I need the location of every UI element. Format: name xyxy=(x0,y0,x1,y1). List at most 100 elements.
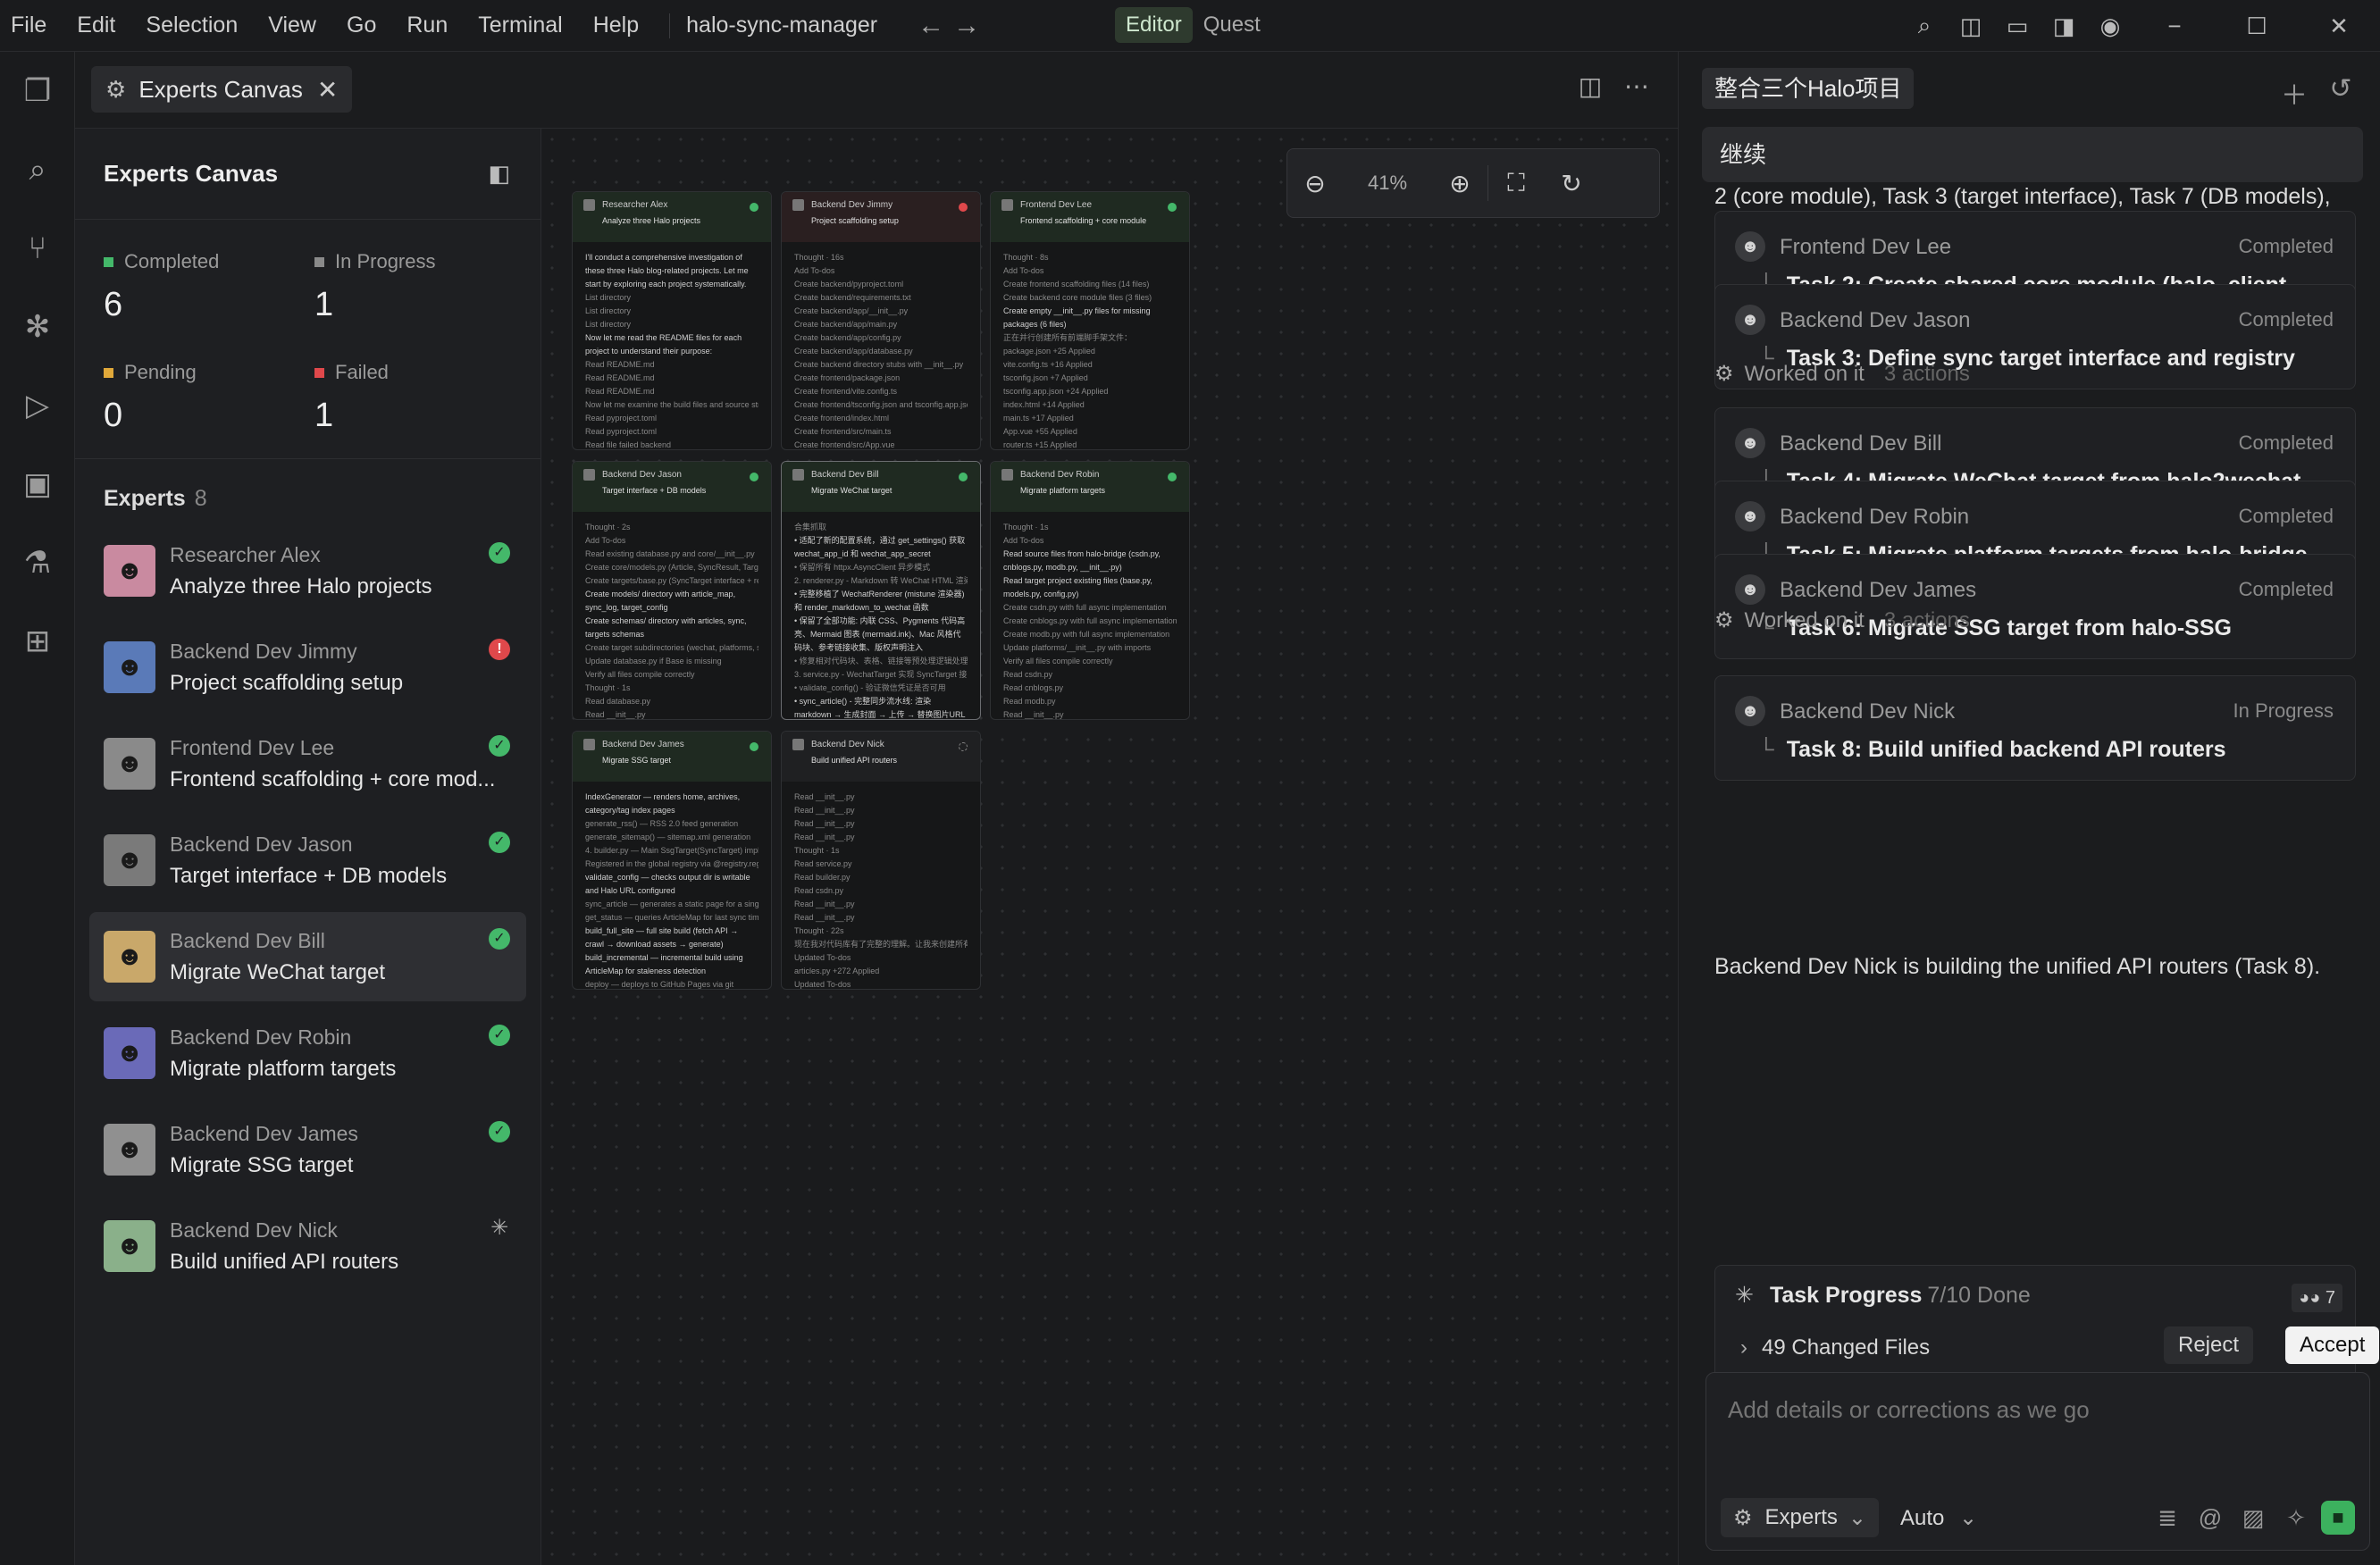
fit-view-icon[interactable]: ⛶ xyxy=(1488,169,1544,198)
expert-item[interactable]: ☻ Backend Dev Nick Build unified API route… xyxy=(89,1201,526,1291)
card-line: Create backend core module files (3 file… xyxy=(1003,293,1152,302)
experts-canvas[interactable]: ⊖ 41% ⊕ ⛶ ↻ Researcher Alex Analyze three… xyxy=(541,129,1678,1565)
menu-view[interactable]: View xyxy=(268,13,316,38)
worked-actions: 3 actions xyxy=(1883,361,1970,386)
explorer-icon[interactable]: ❐ xyxy=(0,52,75,130)
run-debug-icon[interactable]: ▷ xyxy=(0,366,75,445)
minimize-icon[interactable]: − xyxy=(2133,13,2216,40)
experts-icon[interactable]: ✻ xyxy=(0,288,75,366)
toggle-panel-icon[interactable]: ▭ xyxy=(1994,13,2041,40)
menu-help[interactable]: Help xyxy=(593,13,639,38)
expert-item[interactable]: ☻ Backend Dev James Migrate SSG target ✓ xyxy=(89,1105,526,1194)
expert-card[interactable]: Backend Dev Jimmy Project scaffolding set… xyxy=(781,191,981,450)
card-body[interactable]: Thought · 2s Add To-dos Read existing data… xyxy=(573,512,771,719)
expert-card[interactable]: Researcher Alex Analyze three Halo projec… xyxy=(572,191,772,450)
avatar: ☻ xyxy=(1735,305,1765,335)
avatar xyxy=(1001,199,1013,211)
history-icon[interactable]: ↺ xyxy=(2317,73,2364,113)
expert-card[interactable]: Backend Dev Nick Build unified API router… xyxy=(781,731,981,990)
search-icon[interactable]: ⌕ xyxy=(1901,12,1948,40)
progress-label: Task Progress xyxy=(1769,1282,1923,1308)
expert-card[interactable]: Backend Dev James Migrate SSG target Index… xyxy=(572,731,772,990)
task-status: Completed xyxy=(2238,308,2334,331)
editor-tab-bar: ⚙ Experts Canvas ✕ ◫ ⋯ xyxy=(75,52,1678,129)
expert-item[interactable]: ☻ Backend Dev Jason Target interface + DB … xyxy=(89,816,526,905)
close-tab-icon[interactable]: ✕ xyxy=(317,75,338,105)
sparkle-icon[interactable]: ✧ xyxy=(2275,1504,2317,1532)
toggle-sidebar-icon[interactable]: ◫ xyxy=(1948,13,1994,40)
remote-icon[interactable]: ▣ xyxy=(0,445,75,523)
worked-label: Worked on it xyxy=(1744,361,1865,386)
mode-editor[interactable]: Editor xyxy=(1115,7,1193,43)
expert-item[interactable]: ☻ Backend Dev Jimmy Project scaffolding se… xyxy=(89,623,526,712)
repo-name[interactable]: halo-sync-manager xyxy=(686,13,877,38)
image-icon[interactable]: ▨ xyxy=(2232,1504,2275,1532)
source-control-icon[interactable]: ⑂ xyxy=(0,209,75,288)
menu-run[interactable]: Run xyxy=(406,13,448,38)
expert-item[interactable]: ☻ Backend Dev Robin Migrate platform targe… xyxy=(89,1008,526,1098)
avatar: ☻ xyxy=(104,738,155,790)
worked-on-it[interactable]: ⚙ Worked on it 3 actions xyxy=(1714,607,1970,633)
tab-experts-canvas[interactable]: ⚙ Experts Canvas ✕ xyxy=(91,66,353,113)
maximize-icon[interactable]: ☐ xyxy=(2216,13,2298,40)
menu-selection[interactable]: Selection xyxy=(146,13,238,38)
card-body[interactable]: 合集抓取 • 适配了新的配置系统，通过 get_settings() 获取 wec… xyxy=(782,512,980,719)
card-line: Thought · 8s xyxy=(1003,253,1049,262)
accept-button[interactable]: Accept xyxy=(2285,1326,2380,1364)
chat-title[interactable]: 整合三个Halo项目 xyxy=(1702,68,1915,109)
card-body[interactable]: Thought · 1s Add To-dos Read source files … xyxy=(991,512,1189,719)
forward-arrow-icon[interactable]: → xyxy=(949,11,985,41)
stat-pending: Pending 0 xyxy=(104,348,314,459)
stop-send-icon[interactable]: ■ xyxy=(2321,1501,2355,1535)
reject-button[interactable]: Reject xyxy=(2164,1326,2254,1364)
expert-card[interactable]: Backend Dev Bill Migrate WeChat target 合集抓… xyxy=(781,461,981,720)
avatar-stack[interactable]: ◕◕ 7 xyxy=(2292,1284,2342,1312)
expert-item[interactable]: ☻ Backend Dev Bill Migrate WeChat target ✓ xyxy=(89,912,526,1001)
changed-files-toggle[interactable]: › 49 Changed Files xyxy=(1740,1335,1930,1360)
split-editor-icon[interactable]: ◫ xyxy=(1567,71,1613,101)
card-body[interactable]: Thought · 8s Add To-dos Create frontend sc… xyxy=(991,242,1189,449)
search-view-icon[interactable]: ⌕ xyxy=(0,130,75,209)
zoom-in-icon[interactable]: ⊕ xyxy=(1432,169,1488,198)
worked-on-it[interactable]: ⚙ Worked on it 3 actions xyxy=(1714,361,1970,387)
card-line: Read file failed backend xyxy=(585,440,672,449)
agent-selector[interactable]: ⚙ Experts ⌄ xyxy=(1721,1498,1879,1537)
task-card[interactable]: ☻ Backend Dev James Completed └ Task 6: Migr… xyxy=(1714,554,2356,659)
task-card[interactable]: ☻ Backend Dev Nick In Progress └ Task 8: Bui… xyxy=(1714,675,2356,781)
account-icon[interactable]: ◉ xyxy=(2087,13,2133,40)
experts-count: 8 xyxy=(194,486,207,511)
mode-quest[interactable]: Quest xyxy=(1193,7,1271,43)
refresh-icon[interactable]: ↻ xyxy=(1544,169,1599,198)
expert-card[interactable]: Backend Dev Robin Migrate platform target… xyxy=(990,461,1190,720)
card-line: index.html +14 Applied xyxy=(1003,400,1085,409)
collapse-panel-icon[interactable]: ◧ xyxy=(488,160,510,188)
expert-item[interactable]: ☻ Researcher Alex Analyze three Halo proje… xyxy=(89,526,526,615)
menu-terminal[interactable]: Terminal xyxy=(478,13,562,38)
card-body[interactable]: I'll conduct a comprehensive investigati… xyxy=(573,242,771,449)
expert-card[interactable]: Frontend Dev Lee Frontend scaffolding + c… xyxy=(990,191,1190,450)
extensions-icon[interactable]: ⊞ xyxy=(0,602,75,681)
toggle-secondary-icon[interactable]: ◨ xyxy=(2041,13,2087,40)
more-actions-icon[interactable]: ⋯ xyxy=(1613,71,1660,101)
menu-go[interactable]: Go xyxy=(347,13,376,38)
chat-input[interactable] xyxy=(1728,1396,2344,1424)
model-selector[interactable]: Auto ⌄ xyxy=(1900,1505,1977,1531)
testing-icon[interactable]: ⚗ xyxy=(0,523,75,602)
card-header: Backend Dev Jimmy Project scaffolding set… xyxy=(782,192,980,242)
card-expert-name: Frontend Dev Lee xyxy=(1020,200,1093,210)
zoom-out-icon[interactable]: ⊖ xyxy=(1287,169,1343,198)
card-body[interactable]: Read __init__.py Read __init__.py Read __i… xyxy=(782,782,980,989)
menu-edit[interactable]: Edit xyxy=(77,13,115,38)
mention-icon[interactable]: @ xyxy=(2189,1504,2232,1532)
close-window-icon[interactable]: ✕ xyxy=(2298,13,2380,40)
back-arrow-icon[interactable]: ← xyxy=(913,11,949,41)
new-chat-icon[interactable]: ＋ xyxy=(2271,73,2317,113)
expert-item[interactable]: ☻ Frontend Dev Lee Frontend scaffolding + … xyxy=(89,719,526,808)
list-icon[interactable]: ≣ xyxy=(2146,1504,2189,1532)
card-body[interactable]: Thought · 16s Add To-dos Create backend/py… xyxy=(782,242,980,449)
expert-name: Backend Dev Jimmy xyxy=(170,639,357,663)
tools-icon: ⚙ xyxy=(1714,608,1734,632)
card-body[interactable]: IndexGenerator — renders home, archives,… xyxy=(573,782,771,989)
menu-file[interactable]: File xyxy=(11,13,46,38)
expert-card[interactable]: Backend Dev Jason Target interface + DB m… xyxy=(572,461,772,720)
